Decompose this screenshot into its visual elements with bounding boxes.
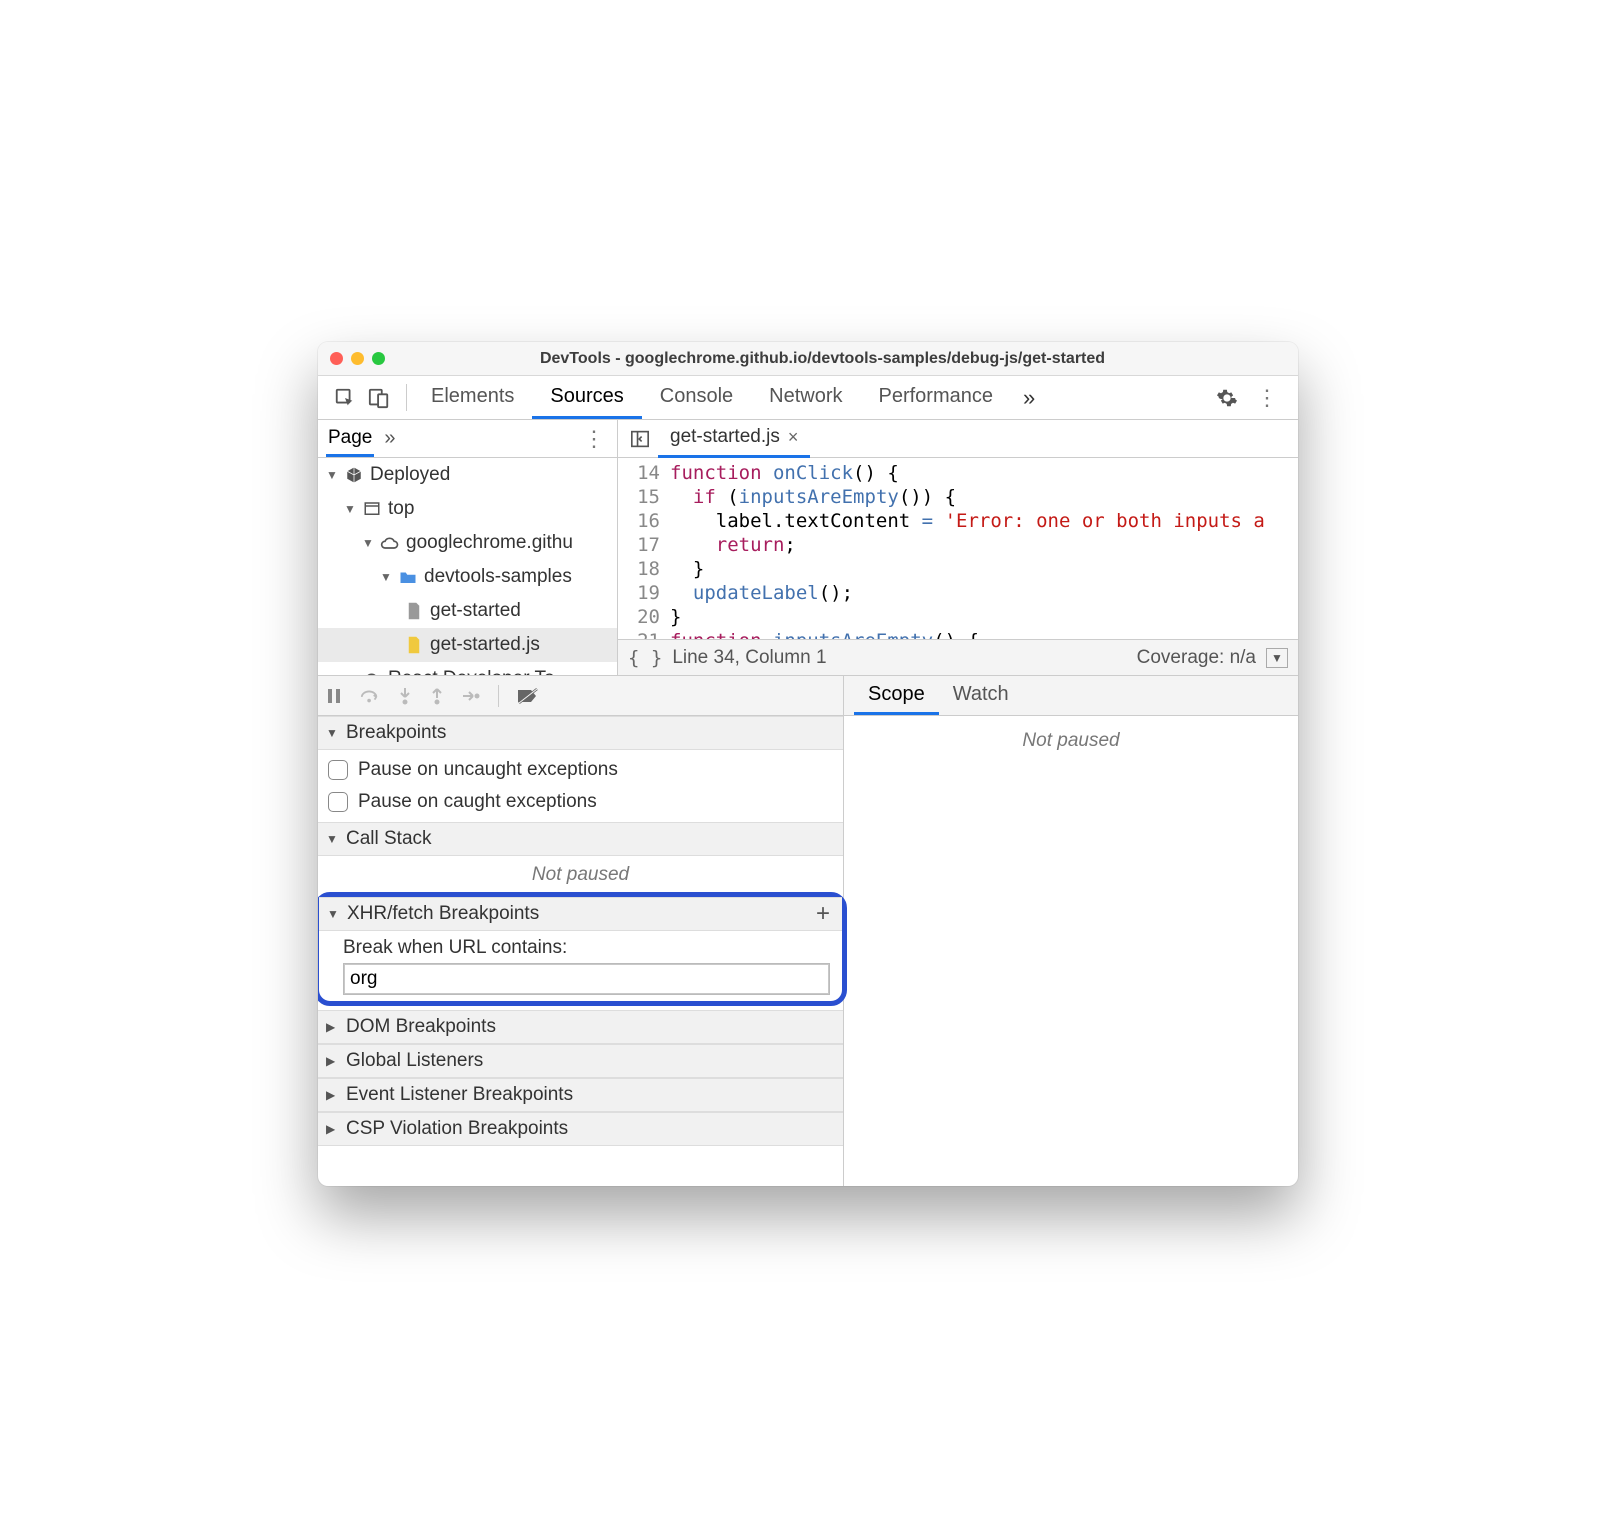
cloud-icon bbox=[380, 533, 400, 553]
tab-scope[interactable]: Scope bbox=[854, 676, 939, 715]
section-global[interactable]: ▶Global Listeners bbox=[318, 1044, 843, 1078]
section-breakpoints[interactable]: ▼Breakpoints bbox=[318, 716, 843, 750]
pause-icon[interactable] bbox=[326, 688, 342, 704]
cube-icon bbox=[344, 465, 364, 485]
titlebar: DevTools - googlechrome.github.io/devtoo… bbox=[318, 342, 1298, 376]
tab-elements[interactable]: Elements bbox=[413, 376, 532, 419]
section-xhr[interactable]: ▼XHR/fetch Breakpoints + bbox=[319, 897, 842, 931]
folder-icon bbox=[398, 567, 418, 587]
tree-origin[interactable]: ▼ googlechrome.githu bbox=[318, 526, 617, 560]
step-into-icon[interactable] bbox=[398, 687, 412, 705]
panel-tabs-row: Elements Sources Console Network Perform… bbox=[318, 376, 1298, 420]
tab-console[interactable]: Console bbox=[642, 376, 751, 419]
xhr-highlight: ▼XHR/fetch Breakpoints + Break when URL … bbox=[318, 892, 847, 1006]
deactivate-breakpoints-icon[interactable] bbox=[517, 688, 539, 704]
file-tree: ▼ Deployed ▼ top ▼ googlechrome.githu ▼ bbox=[318, 458, 617, 675]
debugger-right-pane: Scope Watch Not paused bbox=[844, 676, 1298, 1186]
section-event-listener[interactable]: ▶Event Listener Breakpoints bbox=[318, 1078, 843, 1112]
js-file-icon bbox=[404, 635, 424, 655]
traffic-lights bbox=[330, 352, 385, 365]
minimize-window-icon[interactable] bbox=[351, 352, 364, 365]
close-tab-icon[interactable]: × bbox=[788, 427, 799, 448]
checkbox-icon[interactable] bbox=[328, 760, 348, 780]
tree-top[interactable]: ▼ top bbox=[318, 492, 617, 526]
callstack-not-paused: Not paused bbox=[318, 856, 843, 896]
panel-tabs: Elements Sources Console Network Perform… bbox=[413, 376, 1206, 419]
pretty-print-icon[interactable]: { } bbox=[628, 647, 662, 669]
tab-network[interactable]: Network bbox=[751, 376, 860, 419]
tab-watch[interactable]: Watch bbox=[939, 676, 1023, 715]
step-out-icon[interactable] bbox=[430, 687, 444, 705]
frame-icon bbox=[362, 499, 382, 519]
step-icon[interactable] bbox=[462, 689, 480, 703]
line-gutter: 141516171819202122 bbox=[618, 458, 670, 639]
debugger-toolbar bbox=[318, 676, 843, 716]
window-title: DevTools - googlechrome.github.io/devtoo… bbox=[399, 350, 1286, 368]
device-toggle-icon[interactable] bbox=[368, 387, 390, 409]
navigator-pane: Page » ⋮ ▼ Deployed ▼ top ▼ bbox=[318, 420, 618, 675]
file-tab[interactable]: get-started.js × bbox=[658, 420, 810, 458]
code-content: function onClick() { if (inputsAreEmpty(… bbox=[670, 458, 1298, 639]
pause-caught-row[interactable]: Pause on caught exceptions bbox=[328, 786, 833, 818]
cloud-icon bbox=[362, 669, 382, 675]
step-over-icon[interactable] bbox=[360, 688, 380, 704]
document-icon bbox=[404, 601, 424, 621]
toggle-navigator-icon[interactable] bbox=[622, 430, 658, 448]
tree-deployed[interactable]: ▼ Deployed bbox=[318, 458, 617, 492]
section-csp[interactable]: ▶CSP Violation Breakpoints bbox=[318, 1112, 843, 1146]
maximize-window-icon[interactable] bbox=[372, 352, 385, 365]
tab-sources[interactable]: Sources bbox=[532, 376, 641, 419]
tree-react-ext[interactable]: ▶ React Developer To bbox=[318, 662, 617, 675]
scope-not-paused: Not paused bbox=[844, 716, 1298, 766]
section-dom[interactable]: ▶DOM Breakpoints bbox=[318, 1010, 843, 1044]
scope-watch-tabs: Scope Watch bbox=[844, 676, 1298, 716]
close-window-icon[interactable] bbox=[330, 352, 343, 365]
tab-performance[interactable]: Performance bbox=[861, 376, 1012, 419]
checkbox-icon[interactable] bbox=[328, 792, 348, 812]
tree-folder[interactable]: ▼ devtools-samples bbox=[318, 560, 617, 594]
kebab-menu-icon[interactable]: ⋮ bbox=[1252, 385, 1282, 411]
code-editor[interactable]: 141516171819202122 function onClick() { … bbox=[618, 458, 1298, 639]
tree-file-html[interactable]: get-started bbox=[318, 594, 617, 628]
settings-icon[interactable] bbox=[1216, 387, 1238, 409]
tree-file-js[interactable]: get-started.js bbox=[318, 628, 617, 662]
inspect-icon[interactable] bbox=[334, 387, 356, 409]
pause-uncaught-row[interactable]: Pause on uncaught exceptions bbox=[328, 754, 833, 786]
navigator-tab-page[interactable]: Page bbox=[326, 420, 374, 457]
add-xhr-breakpoint-icon[interactable]: + bbox=[812, 900, 834, 928]
devtools-window: DevTools - googlechrome.github.io/devtoo… bbox=[318, 342, 1298, 1186]
coverage-status: Coverage: n/a bbox=[1137, 647, 1256, 669]
statusbar-dropdown-icon[interactable]: ▼ bbox=[1266, 648, 1288, 668]
navigator-menu-icon[interactable]: ⋮ bbox=[579, 426, 609, 452]
cursor-position: Line 34, Column 1 bbox=[672, 647, 826, 669]
editor-statusbar: { } Line 34, Column 1 Coverage: n/a ▼ bbox=[618, 639, 1298, 675]
xhr-label: Break when URL contains: bbox=[319, 931, 842, 963]
xhr-url-input[interactable] bbox=[343, 963, 830, 995]
section-callstack[interactable]: ▼Call Stack bbox=[318, 822, 843, 856]
more-tabs-icon[interactable]: » bbox=[1011, 376, 1047, 419]
navigator-more-icon[interactable]: » bbox=[384, 427, 395, 450]
debugger-left-pane: ▼Breakpoints Pause on uncaught exception… bbox=[318, 676, 844, 1186]
editor-pane: get-started.js × 141516171819202122 func… bbox=[618, 420, 1298, 675]
